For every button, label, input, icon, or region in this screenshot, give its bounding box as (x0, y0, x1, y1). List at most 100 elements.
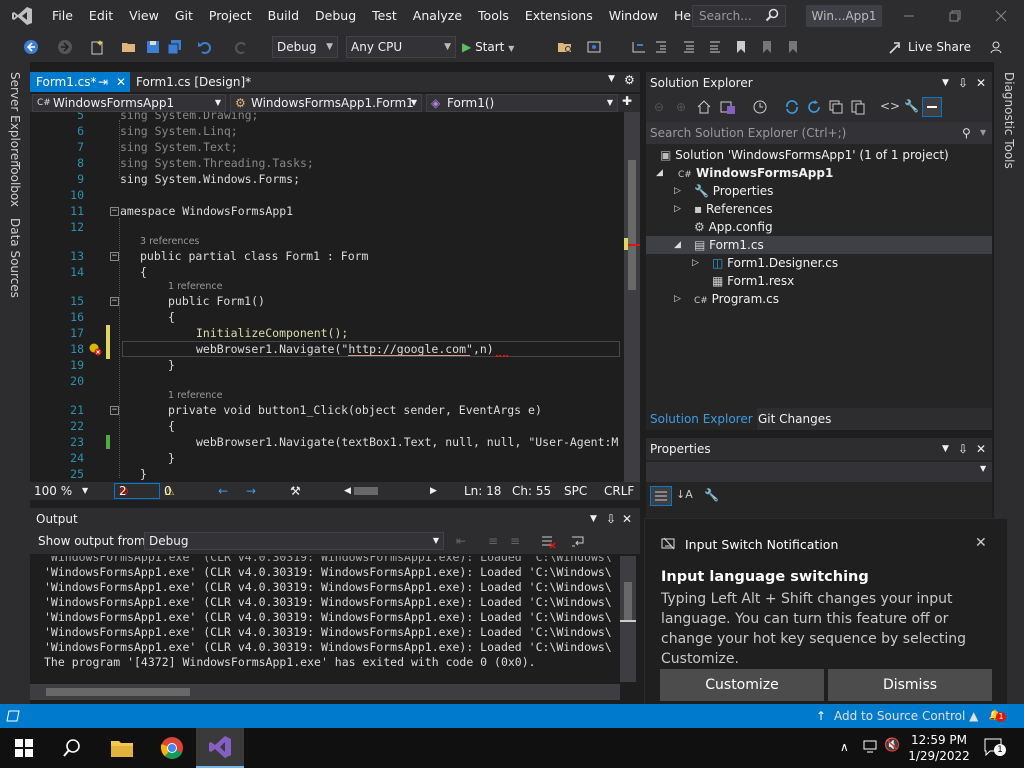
split-icon[interactable]: ✚ (622, 94, 632, 108)
sync-icon[interactable] (784, 99, 800, 115)
menu-tools[interactable]: Tools (470, 0, 517, 32)
view-code-icon[interactable]: <> (880, 99, 900, 113)
horizontal-scroll-thumb[interactable] (354, 487, 378, 495)
tab-solution-explorer[interactable]: Solution Explorer (646, 408, 757, 430)
menu-file[interactable]: File (44, 0, 81, 32)
windows-start-icon[interactable] (0, 728, 48, 768)
tree-project[interactable]: ◢ C# WindowsFormsApp1 (656, 164, 833, 182)
restore-icon[interactable] (932, 0, 978, 32)
fold-toggle[interactable]: − (110, 207, 119, 216)
scroll-left-icon[interactable]: ◀ (344, 482, 351, 500)
bookmark-next-icon[interactable] (784, 38, 802, 56)
visual-studio-taskbar-icon[interactable] (196, 728, 244, 768)
output-source-select[interactable]: Debug ▼ (144, 532, 444, 550)
zoom-level[interactable]: 100 % (34, 482, 72, 500)
tree-form1-designer[interactable]: ▷ ◫ Form1.Designer.cs (692, 254, 838, 272)
configuration-select[interactable]: Debug ▼ (272, 36, 338, 58)
pin-icon[interactable]: ⇩ (606, 508, 616, 530)
project-dropdown[interactable]: C# WindowsFormsApp1 ▼ (32, 94, 226, 112)
outdent-icon[interactable] (652, 38, 670, 56)
next-message-icon[interactable]: ≡ (510, 534, 520, 548)
menu-git[interactable]: Git (167, 0, 201, 32)
undo-icon[interactable] (196, 38, 214, 56)
volume-muted-icon[interactable]: 🔇 (884, 738, 900, 753)
clear-all-icon[interactable] (540, 533, 556, 549)
toolbox-tab[interactable]: Toolbox (8, 162, 22, 207)
expanded-icon[interactable]: ◢ (656, 164, 663, 182)
pin-icon[interactable]: ⇩ (958, 72, 968, 94)
collapsed-icon[interactable]: ▷ (692, 254, 699, 272)
chrome-icon[interactable] (148, 728, 196, 768)
output-text[interactable]: 'WindowsFormsApp1.exe' (CLR v4.0.30319: … (30, 556, 620, 682)
step-icon[interactable] (630, 38, 648, 56)
prev-message-icon[interactable]: ≡ (488, 534, 498, 548)
tree-app-config[interactable]: ⚙ App.config (694, 218, 773, 236)
scrollbar-thumb[interactable] (624, 582, 632, 620)
save-icon[interactable] (144, 38, 162, 56)
code-text-area[interactable]: 5 6 7 8 9 10 11 12 13 14 15 16 17 18 19 … (30, 112, 624, 482)
menu-window[interactable]: Window (601, 0, 666, 32)
data-sources-tab[interactable]: Data Sources (8, 218, 22, 298)
show-hidden-icons[interactable]: ∧ (840, 740, 849, 754)
chevron-down-icon[interactable]: ▼ (942, 72, 949, 94)
output-vertical-scrollbar[interactable] (620, 556, 636, 682)
properties-wrench-icon[interactable]: 🔧 (904, 99, 919, 113)
platform-select[interactable]: Any CPU ▼ (346, 36, 456, 58)
feedback-icon[interactable] (988, 38, 1006, 56)
tab-form1-cs[interactable]: Form1.cs* ⇥ ✕ (30, 72, 130, 92)
start-button[interactable]: ▶ Start ▼ (462, 38, 514, 56)
scrollbar-thumb[interactable] (628, 160, 636, 290)
expanded-icon[interactable]: ◢ (674, 236, 681, 254)
collapsed-icon[interactable]: ▷ (674, 182, 681, 200)
new-project-icon[interactable] (88, 38, 106, 56)
tab-form1-design[interactable]: Form1.cs [Design]* (130, 72, 270, 92)
back-icon[interactable]: ⊖ (654, 100, 664, 114)
file-explorer-icon[interactable] (98, 728, 146, 768)
class-dropdown[interactable]: ⚙ WindowsFormsApp1.Form1 ▼ (230, 94, 422, 112)
menu-extensions[interactable]: Extensions (517, 0, 601, 32)
collapsed-icon[interactable]: ▷ (674, 290, 681, 308)
close-panel-icon[interactable]: ✕ (976, 72, 986, 94)
code-lens-references[interactable]: 1 reference (168, 390, 222, 401)
tree-form1-resx[interactable]: ▦ Form1.resx (712, 272, 794, 290)
previous-issue-icon[interactable]: ← (218, 482, 228, 500)
collapsed-icon[interactable]: ▷ (674, 200, 681, 218)
tree-program-cs[interactable]: ▷ C# Program.cs (674, 290, 779, 308)
gear-icon[interactable]: ⚙ (624, 73, 635, 87)
forward-icon[interactable]: ⊕ (676, 100, 686, 114)
scrollbar-thumb[interactable] (46, 688, 190, 696)
refresh-icon[interactable] (806, 99, 822, 115)
editor-vertical-scrollbar[interactable] (624, 112, 640, 482)
error-count-indicator[interactable]: ⊗ 2 (114, 483, 160, 499)
notifications-bell-icon[interactable]: 🔔 1 (986, 708, 1006, 724)
browser-link-icon[interactable] (586, 38, 604, 56)
action-center-icon[interactable]: 1 (984, 738, 1006, 756)
word-wrap-icon[interactable] (570, 533, 586, 549)
close-panel-icon[interactable]: ✕ (622, 508, 632, 530)
whitespace-indicator[interactable]: SPC (564, 482, 587, 500)
alphabetical-icon[interactable]: ↓A (676, 488, 693, 501)
code-lens-references[interactable]: 1 reference (168, 281, 222, 292)
navigate-back-icon[interactable] (22, 38, 40, 56)
dismiss-button[interactable]: Dismiss (828, 669, 992, 701)
fold-toggle[interactable]: − (110, 297, 119, 306)
next-issue-icon[interactable]: → (246, 482, 256, 500)
pin-icon[interactable]: ⇩ (958, 438, 968, 460)
comment-icon[interactable] (680, 38, 698, 56)
bookmark-prev-icon[interactable] (758, 38, 776, 56)
network-icon[interactable] (862, 738, 878, 754)
bookmark-icon[interactable] (732, 38, 750, 56)
menu-edit[interactable]: Edit (81, 0, 121, 32)
column-indicator[interactable]: Ch: 55 (512, 482, 551, 500)
tab-overflow-icon[interactable]: ▼ (608, 74, 615, 84)
member-dropdown[interactable]: ◈ Form1() ▼ (426, 94, 618, 112)
close-window-icon[interactable] (978, 0, 1024, 32)
solution-search-input[interactable]: Search Solution Explorer (Ctrl+;) ⚲ ▼ (646, 122, 992, 144)
properties-object-select[interactable]: ▼ (646, 462, 992, 482)
find-message-icon[interactable]: ⇤ (456, 534, 466, 548)
menu-view[interactable]: View (121, 0, 167, 32)
fold-toggle[interactable]: − (110, 252, 119, 261)
uncomment-icon[interactable] (706, 38, 724, 56)
server-explorer-tab[interactable]: Server Explorer (8, 72, 22, 165)
menu-build[interactable]: Build (260, 0, 307, 32)
